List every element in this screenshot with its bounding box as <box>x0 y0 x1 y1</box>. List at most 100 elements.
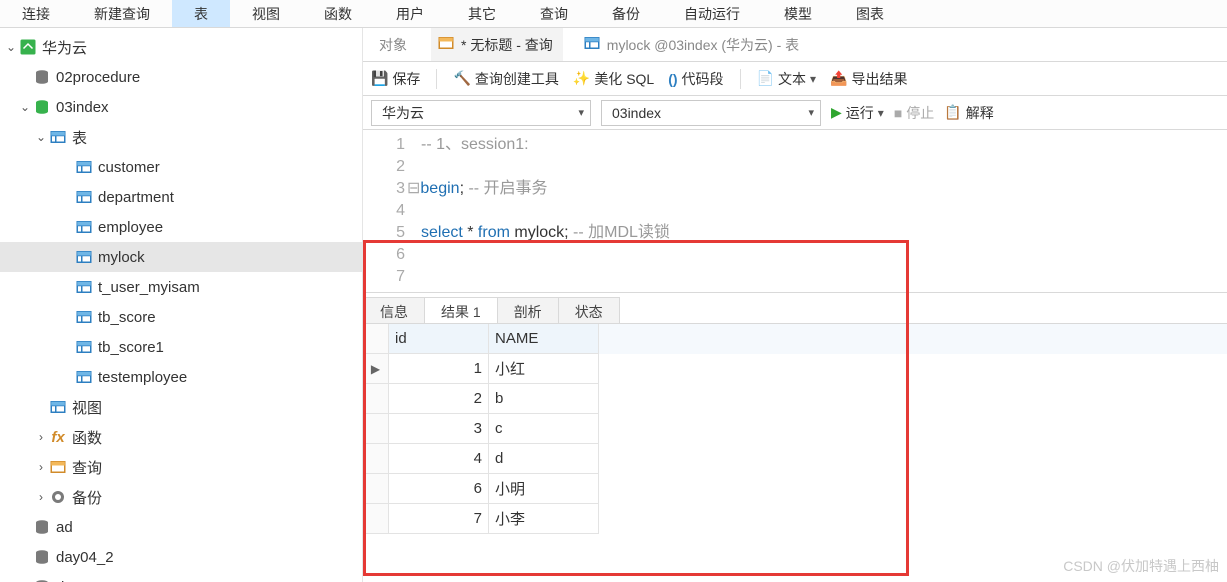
column-header[interactable]: NAME <box>489 324 599 354</box>
column-header[interactable]: id <box>389 324 489 354</box>
divider <box>436 69 437 89</box>
cell-name[interactable]: b <box>489 384 599 414</box>
tree-row[interactable]: tb_score1 <box>0 332 362 362</box>
menu-item[interactable]: 新建查询 <box>72 0 172 27</box>
grid-header: idNAME <box>363 324 1227 354</box>
row-header[interactable] <box>363 414 389 444</box>
doc-tab[interactable]: mylock @03index (华为云) - 表 <box>577 28 809 61</box>
sql-editor[interactable]: 1234567 -- 1、session1: ⊟begin; -- 开启事务 s… <box>363 130 1227 292</box>
row-header[interactable] <box>363 474 389 504</box>
cell-id[interactable]: 6 <box>389 474 489 504</box>
tree-twisty[interactable]: ⌄ <box>4 40 18 54</box>
tree-twisty[interactable]: ⌄ <box>34 130 48 144</box>
tree-row[interactable]: ›fx函数 <box>0 422 362 452</box>
tree-row[interactable]: demo01 <box>0 572 362 582</box>
menu-item[interactable]: 视图 <box>230 0 302 27</box>
result-tab[interactable]: 结果 1 <box>424 297 498 323</box>
row-header[interactable] <box>363 504 389 534</box>
menu-item[interactable]: 连接 <box>0 0 72 27</box>
tree-row[interactable]: department <box>0 182 362 212</box>
tree-row[interactable]: ⌄03index <box>0 92 362 122</box>
table-row[interactable]: 3 c <box>363 414 1227 444</box>
chevron-down-icon: ▾ <box>878 106 884 120</box>
tree-row[interactable]: tb_score <box>0 302 362 332</box>
tree-label: 备份 <box>72 487 102 508</box>
menu-item[interactable]: 自动运行 <box>662 0 762 27</box>
row-header[interactable] <box>363 384 389 414</box>
cell-id[interactable]: 3 <box>389 414 489 444</box>
tree-row[interactable]: customer <box>0 152 362 182</box>
menu-item[interactable]: 查询 <box>518 0 590 27</box>
table-icon <box>74 337 94 357</box>
tree-row[interactable]: 视图 <box>0 392 362 422</box>
snippet-button[interactable]: ()代码段 <box>668 69 723 89</box>
tree-twisty[interactable]: › <box>34 430 48 444</box>
menu-item[interactable]: 模型 <box>762 0 834 27</box>
tree-row[interactable]: testemployee <box>0 362 362 392</box>
cell-name[interactable]: 小李 <box>489 504 599 534</box>
result-grid[interactable]: idNAME ▶ 1 小红 2 b 3 c 4 d 6 小明 7 小李 <box>363 323 1227 534</box>
table-row[interactable]: ▶ 1 小红 <box>363 354 1227 384</box>
row-header[interactable] <box>363 444 389 474</box>
table-row[interactable]: 6 小明 <box>363 474 1227 504</box>
tree-twisty[interactable]: › <box>34 460 48 474</box>
backup-group-icon <box>48 487 68 507</box>
tree-row[interactable]: employee <box>0 212 362 242</box>
stop-button[interactable]: ■停止 <box>894 103 934 123</box>
explain-button[interactable]: 📋解释 <box>944 103 993 123</box>
tree-row[interactable]: ›查询 <box>0 452 362 482</box>
tree-row[interactable]: ⌄华为云 <box>0 32 362 62</box>
cell-name[interactable]: c <box>489 414 599 444</box>
tree-row[interactable]: ad <box>0 512 362 542</box>
beautify-sql-button[interactable]: ✨美化 SQL <box>573 69 654 89</box>
menu-item[interactable]: 图表 <box>834 0 906 27</box>
cell-id[interactable]: 2 <box>389 384 489 414</box>
text-button[interactable]: 📄文本 ▾ <box>757 69 816 89</box>
table-icon <box>74 307 94 327</box>
export-button[interactable]: 📤导出结果 <box>830 69 907 89</box>
menu-item[interactable]: 其它 <box>446 0 518 27</box>
query-group-icon <box>48 457 68 477</box>
result-tab[interactable]: 信息 <box>363 297 425 323</box>
menu-item[interactable]: 用户 <box>374 0 446 27</box>
tree-row[interactable]: 02procedure <box>0 62 362 92</box>
cell-id[interactable]: 7 <box>389 504 489 534</box>
cell-name[interactable]: 小明 <box>489 474 599 504</box>
tree-row[interactable]: day04_2 <box>0 542 362 572</box>
cell-id[interactable]: 1 <box>389 354 489 384</box>
table-row[interactable]: 7 小李 <box>363 504 1227 534</box>
menu-item[interactable]: 表 <box>172 0 230 27</box>
tree-row[interactable]: t_user_myisam <box>0 272 362 302</box>
row-header[interactable]: ▶ <box>363 354 389 384</box>
cell-name[interactable]: 小红 <box>489 354 599 384</box>
function-group-icon: fx <box>48 427 68 447</box>
run-button[interactable]: ▶运行 ▾ <box>831 103 884 123</box>
tree-label: customer <box>98 159 160 176</box>
menu-item[interactable]: 备份 <box>590 0 662 27</box>
table-icon <box>74 157 94 177</box>
table-icon <box>74 367 94 387</box>
query-builder-button[interactable]: 🔨查询创建工具 <box>453 69 558 89</box>
tree-row[interactable]: mylock <box>0 242 362 272</box>
cell-id[interactable]: 4 <box>389 444 489 474</box>
tree-row[interactable]: ⌄表 <box>0 122 362 152</box>
database-icon <box>32 517 52 537</box>
database-select[interactable]: 03index ▾ <box>601 100 821 126</box>
result-tab[interactable]: 剖析 <box>497 297 559 323</box>
doc-tab[interactable]: 对象 <box>373 29 417 61</box>
connection-select[interactable]: 华为云 ▾ <box>371 100 591 126</box>
doc-tab-label: * 无标题 - 查询 <box>461 35 553 55</box>
result-tab[interactable]: 状态 <box>558 297 620 323</box>
divider <box>740 69 741 89</box>
chevron-down-icon: ▾ <box>578 106 584 119</box>
menu-item[interactable]: 函数 <box>302 0 374 27</box>
cell-name[interactable]: d <box>489 444 599 474</box>
tree-twisty[interactable]: ⌄ <box>18 100 32 114</box>
table-row[interactable]: 2 b <box>363 384 1227 414</box>
doc-tab[interactable]: * 无标题 - 查询 <box>431 28 563 61</box>
code-area[interactable]: -- 1、session1: ⊟begin; -- 开启事务 select * … <box>413 130 678 292</box>
tree-twisty[interactable]: › <box>34 490 48 504</box>
save-button[interactable]: 💾保存 <box>371 69 420 89</box>
tree-row[interactable]: › 备份 <box>0 482 362 512</box>
table-row[interactable]: 4 d <box>363 444 1227 474</box>
